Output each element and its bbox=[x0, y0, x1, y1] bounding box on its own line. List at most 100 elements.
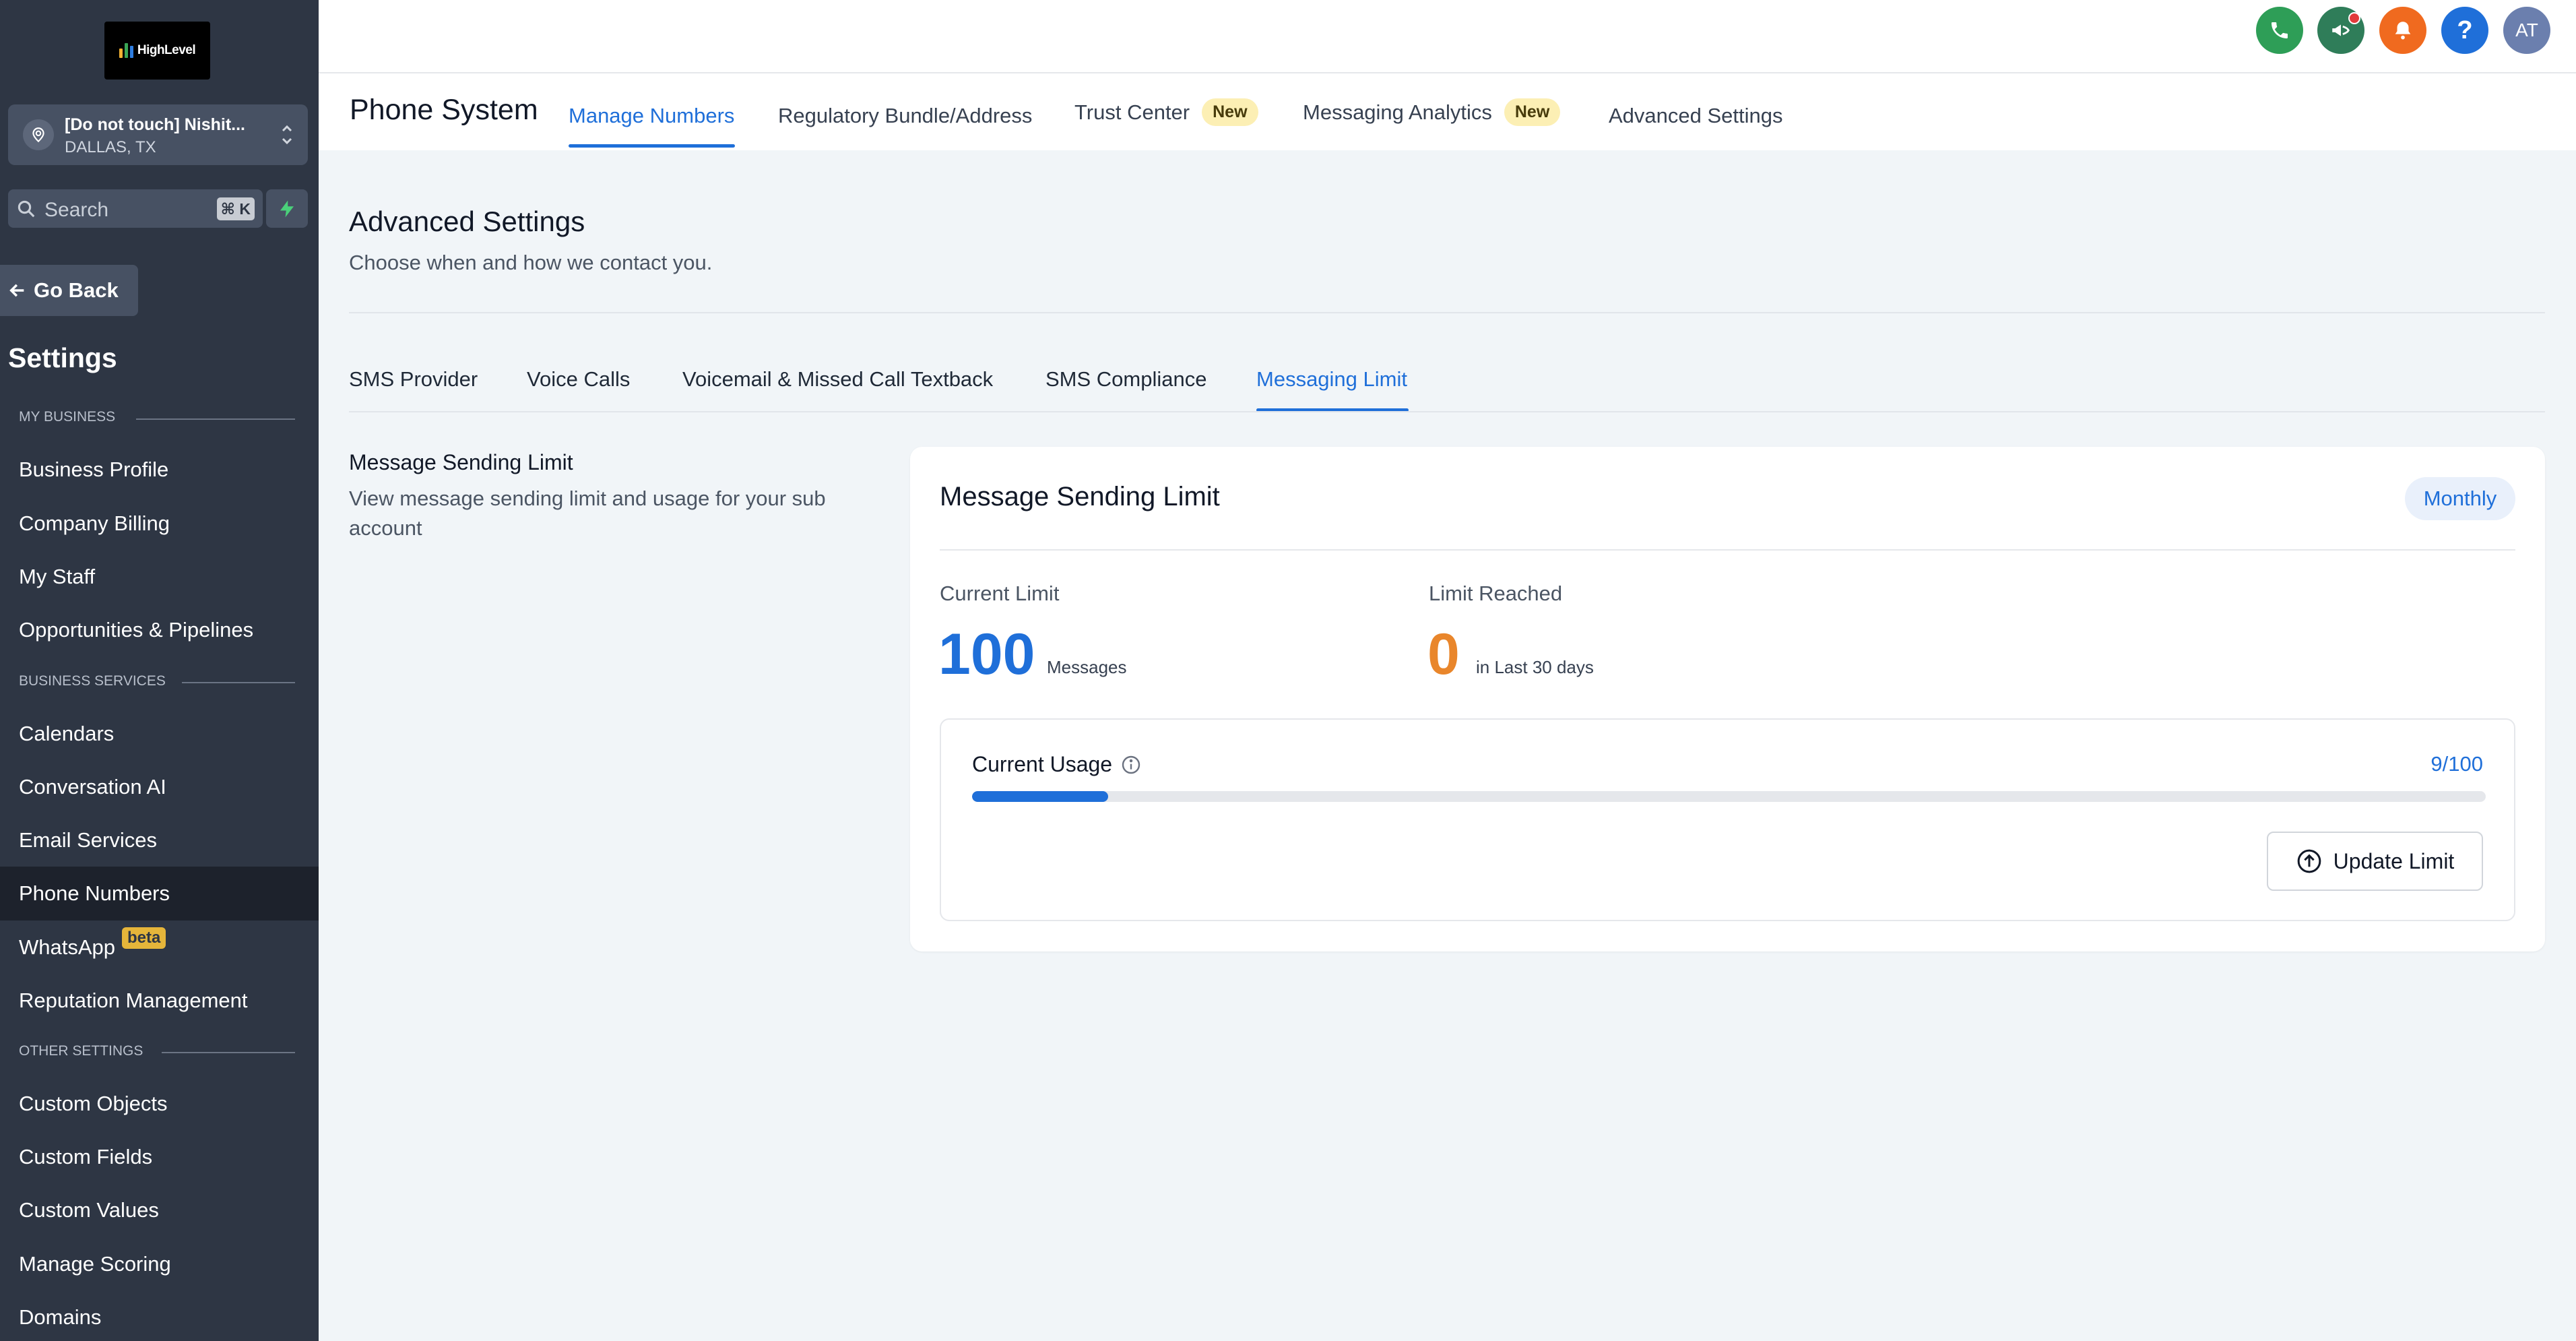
arrow-left-icon bbox=[9, 284, 24, 297]
subtab-messaging-limit[interactable]: Messaging Limit bbox=[1256, 367, 1407, 392]
new-badge: New bbox=[1504, 98, 1561, 126]
tab-manage-numbers[interactable]: Manage Numbers bbox=[569, 104, 734, 128]
search-icon bbox=[18, 200, 35, 218]
tab-label: Advanced Settings bbox=[1609, 104, 1783, 127]
account-name: [Do not touch] Nishit... bbox=[65, 115, 246, 134]
settings-title: Settings bbox=[8, 342, 117, 373]
card-title: Message Sending Limit bbox=[940, 482, 1220, 511]
limit-reached-unit: in Last 30 days bbox=[1476, 657, 1594, 677]
tab-trust-center[interactable]: Trust Center New bbox=[1074, 98, 1258, 126]
sidebar-item-whatsapp[interactable]: WhatsApp beta bbox=[0, 921, 319, 974]
tab-regulatory-bundle[interactable]: Regulatory Bundle/Address bbox=[778, 104, 1032, 128]
sidebar-item-reputation[interactable]: Reputation Management bbox=[0, 974, 319, 1028]
sidebar-item-my-staff[interactable]: My Staff bbox=[0, 550, 319, 604]
help-icon: ? bbox=[2457, 15, 2473, 44]
update-limit-button[interactable]: Update Limit bbox=[2267, 832, 2483, 891]
bell-icon bbox=[2395, 22, 2411, 40]
beta-badge: beta bbox=[122, 927, 166, 949]
lightning-icon bbox=[280, 200, 294, 217]
usage-panel: Current Usage 9/100 Update Limit bbox=[940, 718, 2515, 921]
quick-actions-button[interactable] bbox=[266, 189, 308, 228]
user-avatar[interactable]: AT bbox=[2503, 7, 2550, 54]
info-icon[interactable] bbox=[1120, 754, 1142, 776]
phone-icon bbox=[2272, 22, 2288, 38]
logo-bars-icon bbox=[119, 43, 133, 58]
search-box[interactable]: Search ⌘ K bbox=[8, 189, 263, 228]
section-label-business-services: BUSINESS SERVICES bbox=[19, 673, 166, 689]
top-bar: ? AT bbox=[319, 0, 2576, 72]
divider bbox=[349, 312, 2545, 313]
account-location: DALLAS, TX bbox=[65, 138, 156, 156]
tab-label: Manage Numbers bbox=[569, 104, 735, 127]
section-divider bbox=[136, 418, 295, 420]
go-back-button[interactable]: Go Back bbox=[0, 265, 138, 316]
current-limit-value: 100 bbox=[938, 622, 1035, 687]
new-badge: New bbox=[1202, 98, 1258, 126]
tab-label: Trust Center bbox=[1074, 100, 1190, 124]
sidebar-item-custom-values[interactable]: Custom Values bbox=[0, 1183, 319, 1237]
usage-progress-bar bbox=[972, 791, 2486, 802]
sidebar-item-custom-fields[interactable]: Custom Fields bbox=[0, 1130, 319, 1184]
megaphone-icon bbox=[2332, 24, 2350, 36]
tab-label: Messaging Analytics bbox=[1303, 100, 1492, 124]
sidebar-item-email-services[interactable]: Email Services bbox=[0, 813, 319, 867]
subtab-sms-provider[interactable]: SMS Provider bbox=[349, 367, 478, 392]
app-tab-bar: Phone System Manage Numbers Regulatory B… bbox=[319, 72, 2576, 150]
sidebar-item-manage-scoring[interactable]: Manage Scoring bbox=[0, 1237, 319, 1291]
section-subtitle: Choose when and how we contact you. bbox=[349, 251, 713, 274]
sidebar-item-opportunities[interactable]: Opportunities & Pipelines bbox=[0, 603, 319, 657]
tab-advanced-settings[interactable]: Advanced Settings bbox=[1609, 104, 1783, 128]
go-back-label: Go Back bbox=[34, 278, 119, 302]
sidebar-item-label: WhatsApp bbox=[19, 935, 116, 959]
sidebar-item-calendars[interactable]: Calendars bbox=[0, 707, 319, 761]
limit-reached-label: Limit Reached bbox=[1429, 582, 1563, 605]
active-tab-indicator bbox=[569, 144, 735, 148]
subtab-sms-compliance[interactable]: SMS Compliance bbox=[1045, 367, 1206, 392]
current-limit-label: Current Limit bbox=[940, 582, 1060, 605]
message-limit-card: Message Sending Limit Monthly Current Li… bbox=[910, 447, 2545, 952]
limit-reached-value: 0 bbox=[1427, 622, 1460, 687]
sidebar-item-company-billing[interactable]: Company Billing bbox=[0, 497, 319, 551]
section-divider bbox=[182, 682, 295, 683]
notifications-button[interactable] bbox=[2379, 7, 2426, 54]
search-shortcut: ⌘ K bbox=[216, 197, 255, 220]
avatar-initials: AT bbox=[2515, 20, 2538, 40]
sidebar-item-domains[interactable]: Domains bbox=[0, 1290, 319, 1341]
usage-label-text: Current Usage bbox=[972, 752, 1113, 776]
divider bbox=[940, 549, 2515, 551]
sidebar-item-custom-objects[interactable]: Custom Objects bbox=[0, 1077, 319, 1131]
arrow-up-circle-icon bbox=[2297, 849, 2321, 873]
section-divider bbox=[162, 1052, 295, 1053]
announcements-button[interactable] bbox=[2317, 7, 2364, 54]
account-switcher[interactable]: [Do not touch] Nishit... DALLAS, TX bbox=[8, 104, 308, 165]
brand-logo[interactable]: HighLevel bbox=[104, 22, 210, 80]
usage-label: Current Usage bbox=[972, 752, 1142, 777]
section-label-my-business: MY BUSINESS bbox=[19, 409, 116, 425]
tab-label: Regulatory Bundle/Address bbox=[778, 104, 1033, 127]
help-button[interactable]: ? bbox=[2441, 7, 2488, 54]
period-badge[interactable]: Monthly bbox=[2405, 477, 2515, 520]
sidebar-item-phone-numbers[interactable]: Phone Numbers bbox=[0, 867, 319, 921]
sidebar: HighLevel [Do not touch] Nishit... DALLA… bbox=[0, 0, 319, 1341]
sidebar-item-conversation-ai[interactable]: Conversation AI bbox=[0, 760, 319, 814]
limit-section-description: View message sending limit and usage for… bbox=[349, 487, 826, 540]
section-label-other-settings: OTHER SETTINGS bbox=[19, 1043, 143, 1059]
current-limit-unit: Messages bbox=[1047, 657, 1127, 677]
notification-dot bbox=[2348, 12, 2360, 24]
page-title: Phone System bbox=[350, 94, 538, 126]
divider bbox=[349, 411, 2545, 412]
usage-progress-fill bbox=[972, 791, 1109, 802]
tab-messaging-analytics[interactable]: Messaging Analytics New bbox=[1303, 98, 1561, 126]
section-title: Advanced Settings bbox=[349, 206, 585, 237]
logo-text: HighLevel bbox=[137, 43, 196, 57]
update-limit-label: Update Limit bbox=[2333, 848, 2455, 873]
subtab-voicemail[interactable]: Voicemail & Missed Call Textback bbox=[682, 367, 993, 392]
sidebar-item-business-profile[interactable]: Business Profile bbox=[0, 443, 319, 497]
usage-count: 9/100 bbox=[2430, 752, 2483, 776]
limit-section-heading: Message Sending Limit bbox=[349, 450, 573, 474]
subtab-voice-calls[interactable]: Voice Calls bbox=[527, 367, 630, 392]
phone-button[interactable] bbox=[2256, 7, 2303, 54]
search-label: Search bbox=[44, 199, 109, 221]
chevron-updown-icon bbox=[282, 125, 292, 145]
location-pin-icon bbox=[23, 119, 54, 150]
